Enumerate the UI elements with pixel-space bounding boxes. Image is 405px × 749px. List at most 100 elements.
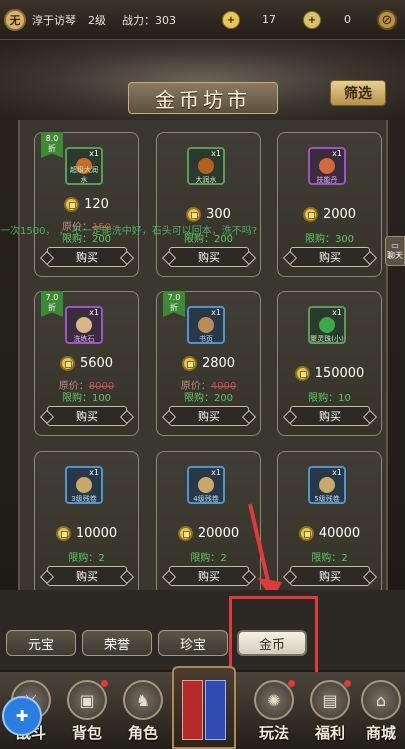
gold-coin-icon bbox=[59, 356, 75, 371]
item-icon bbox=[198, 317, 214, 333]
nav-gameplay[interactable]: ✺ 玩法 bbox=[245, 672, 303, 749]
filter-button[interactable]: 筛选 bbox=[330, 80, 386, 106]
item-price: 5600 bbox=[79, 356, 114, 371]
item-quantity: x1 bbox=[211, 308, 221, 317]
item-frame[interactable]: x1 3级残卷 bbox=[65, 466, 103, 504]
item-frame[interactable]: x1 书页 bbox=[187, 306, 225, 344]
item-price: 10000 bbox=[75, 526, 118, 541]
purchase-limit-value: 2 bbox=[220, 553, 227, 564]
purchase-limit: 限购：2 bbox=[35, 549, 138, 564]
buy-button[interactable]: 购买 bbox=[47, 406, 127, 426]
tab-highlight-box bbox=[229, 596, 318, 677]
shop-item-card[interactable]: x1 聚灵珠(小) 150000 限购：10 购买 bbox=[277, 291, 382, 436]
buy-button[interactable]: 购买 bbox=[290, 247, 370, 267]
discount-badge: 7.0 折 bbox=[41, 291, 63, 317]
price-row: 2000 bbox=[278, 207, 381, 222]
purchase-limit-value: 200 bbox=[213, 393, 234, 404]
gamepad-icon[interactable]: ✚ bbox=[2, 696, 42, 736]
silver-ingot-icon[interactable]: + bbox=[303, 11, 321, 29]
price-row: 10000 bbox=[35, 526, 138, 541]
shop-item-card[interactable]: 7.0 折 x1 书页 2800 原价：4000 限购：200 购买 bbox=[156, 291, 261, 436]
discount-badge: 7.0 折 bbox=[163, 291, 185, 317]
gold-ingot-icon[interactable]: + bbox=[222, 11, 240, 29]
character-icon: ♞ bbox=[123, 680, 163, 720]
gold-coin-icon bbox=[294, 366, 310, 381]
tab-honor[interactable]: 荣誉 bbox=[82, 630, 152, 656]
tab-treasure[interactable]: 珍宝 bbox=[158, 630, 228, 656]
player-name: 淳于访琴 bbox=[32, 13, 76, 27]
buy-button[interactable]: 购买 bbox=[290, 406, 370, 426]
nav-bag[interactable]: ▣ 背包 bbox=[58, 672, 116, 749]
resource-1-value: 17 bbox=[262, 13, 276, 26]
purchase-limit: 限购：200 bbox=[157, 389, 260, 404]
item-name: 大润水 bbox=[195, 176, 217, 184]
notification-dot bbox=[344, 680, 351, 687]
item-quantity: x1 bbox=[211, 468, 221, 477]
nav-label: 背包 bbox=[71, 724, 102, 742]
item-frame[interactable]: x1 超级大润水 bbox=[65, 147, 103, 185]
buy-button[interactable]: 购买 bbox=[169, 566, 249, 586]
item-icon bbox=[198, 477, 214, 493]
purchase-limit: 限购：10 bbox=[278, 389, 381, 404]
item-price: 2800 bbox=[201, 356, 236, 371]
item-quantity: x1 bbox=[332, 308, 342, 317]
shop-item-card[interactable]: 7.0 折 x1 洗练石 5600 原价：8000 限购：100 购买 bbox=[34, 291, 139, 436]
nav-character[interactable]: ♞ 角色 bbox=[114, 672, 172, 749]
buy-button[interactable]: 购买 bbox=[169, 406, 249, 426]
item-icon bbox=[76, 317, 92, 333]
chat-button[interactable]: ▭ 聊天 bbox=[385, 236, 405, 266]
item-frame[interactable]: x1 5级残卷 bbox=[308, 466, 346, 504]
gold-coin-icon bbox=[64, 197, 80, 212]
item-price: 20000 bbox=[197, 526, 240, 541]
item-frame[interactable]: x1 4级残卷 bbox=[187, 466, 225, 504]
item-icon bbox=[198, 158, 214, 174]
nav-shop[interactable]: ⌂ 商城 bbox=[352, 672, 405, 749]
avatar[interactable]: 无 bbox=[4, 8, 26, 31]
item-name: 4级残卷 bbox=[193, 495, 219, 503]
chat-label: 聊天 bbox=[387, 251, 403, 260]
gold-coin-icon bbox=[302, 207, 318, 222]
shop-item-card[interactable]: x1 技能丹 2000 限购：300 购买 bbox=[277, 132, 382, 277]
notification-dot bbox=[288, 680, 295, 687]
nav-label: 福利 bbox=[314, 724, 345, 742]
item-frame[interactable]: x1 大润水 bbox=[187, 147, 225, 185]
purchase-limit-label: 限购： bbox=[311, 553, 342, 564]
close-icon[interactable]: ⊘ bbox=[377, 10, 397, 30]
item-frame[interactable]: x1 聚灵珠(小) bbox=[308, 306, 346, 344]
item-name: 聚灵珠(小) bbox=[310, 335, 344, 343]
resource-2-value: 0 bbox=[344, 13, 351, 26]
notification-dot bbox=[101, 680, 108, 687]
item-name: 洗练石 bbox=[73, 335, 95, 343]
item-price: 300 bbox=[206, 207, 231, 222]
game-screen: 无 淳于访琴 2级 战力：303 + 17 + 0 ⊘ 金币坊市 筛选 8.0 折… bbox=[0, 0, 405, 749]
item-quantity: x1 bbox=[89, 149, 99, 158]
item-frame[interactable]: x1 洗练石 bbox=[65, 306, 103, 344]
purchase-limit-value: 2 bbox=[98, 553, 105, 564]
purchase-limit-value: 100 bbox=[91, 393, 112, 404]
buy-button[interactable]: 购买 bbox=[47, 566, 127, 586]
item-icon bbox=[319, 477, 335, 493]
shop-item-card[interactable]: x1 3级残卷 10000 限购：2 购买 bbox=[34, 451, 139, 596]
item-quantity: x1 bbox=[332, 468, 342, 477]
nav-welfare[interactable]: ▤ 福利 bbox=[301, 672, 359, 749]
shop-item-card[interactable]: 8.0 折 x1 超级大润水 120 原价：150 限购：200 购买 bbox=[34, 132, 139, 277]
portal-gate-icon[interactable] bbox=[172, 666, 236, 749]
price-row: 2800 bbox=[157, 356, 260, 371]
item-name: 超级大润水 bbox=[70, 166, 98, 184]
buy-button[interactable]: 购买 bbox=[169, 247, 249, 267]
shop-icon: ⌂ bbox=[361, 680, 401, 720]
gold-coin-icon bbox=[181, 356, 197, 371]
buy-button[interactable]: 购买 bbox=[290, 566, 370, 586]
gold-coin-icon bbox=[186, 207, 202, 222]
item-name: 5级残卷 bbox=[314, 495, 340, 503]
shop-item-card[interactable]: x1 大润水 300 限购：200 购买 bbox=[156, 132, 261, 277]
item-quantity: x1 bbox=[89, 468, 99, 477]
player-level: 2级 bbox=[88, 13, 106, 27]
buy-button[interactable]: 购买 bbox=[47, 247, 127, 267]
price-row: 5600 bbox=[35, 356, 138, 371]
tab-yuanbao[interactable]: 元宝 bbox=[6, 630, 76, 656]
chat-icon: ▭ bbox=[391, 241, 399, 250]
purchase-limit-label: 限购： bbox=[68, 553, 99, 564]
item-frame[interactable]: x1 技能丹 bbox=[308, 147, 346, 185]
item-quantity: x1 bbox=[332, 149, 342, 158]
